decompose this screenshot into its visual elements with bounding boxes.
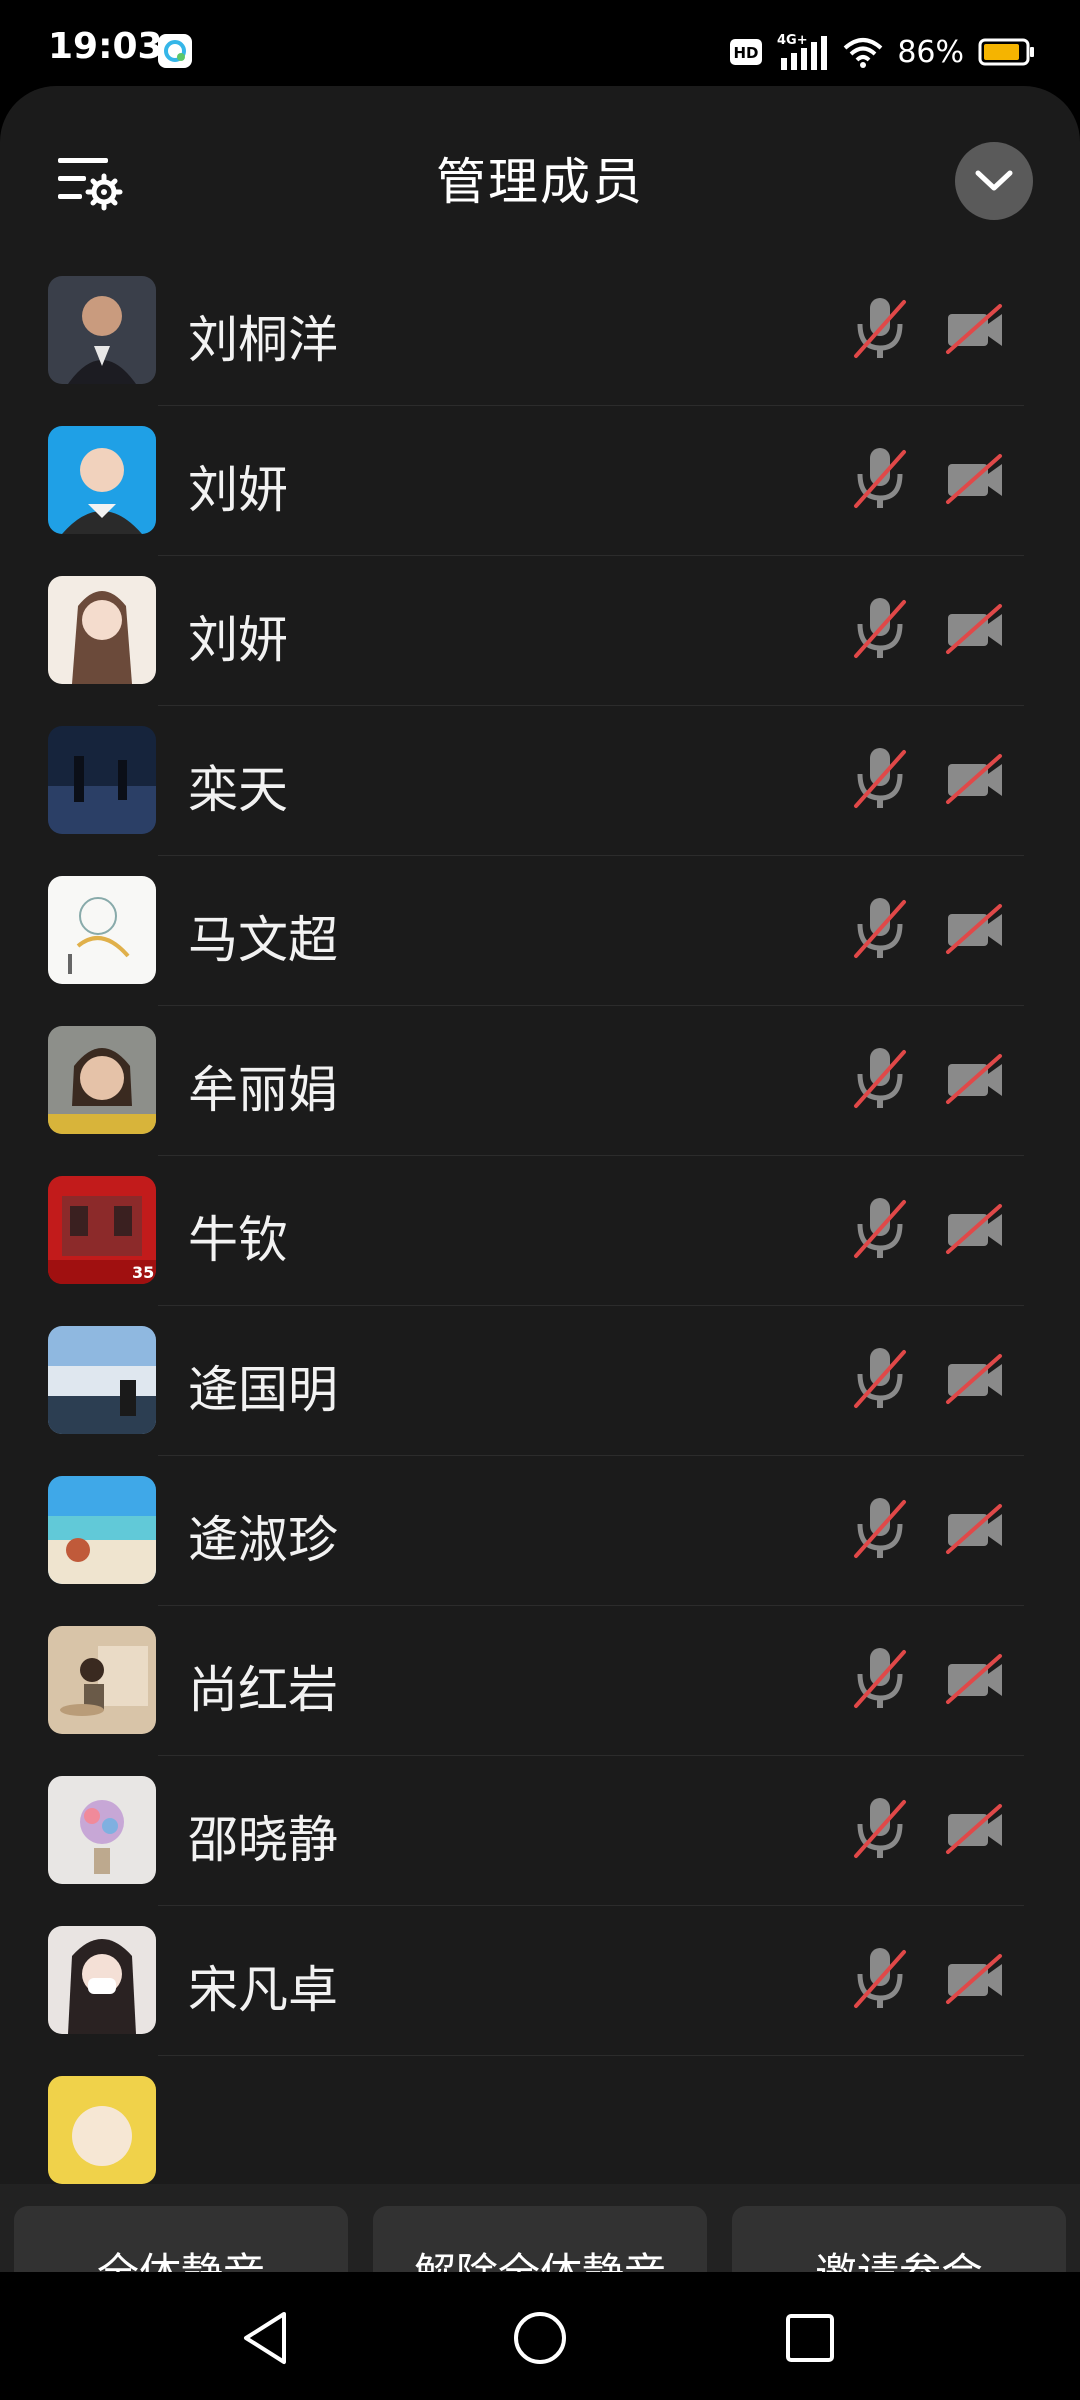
member-row-partial[interactable] (0, 2056, 1080, 2186)
member-name: 逄国明 (188, 1361, 338, 1419)
member-name: 栾天 (188, 761, 288, 819)
camera-off-icon[interactable] (944, 1802, 1006, 1858)
wifi-icon (843, 38, 883, 68)
member-avatar (48, 726, 156, 834)
member-avatar (48, 876, 156, 984)
member-avatar (48, 1626, 156, 1734)
camera-off-icon[interactable] (944, 452, 1006, 508)
member-row[interactable]: 马文超 (0, 856, 1080, 1006)
invite-button[interactable]: 邀请参会 (732, 2206, 1066, 2272)
mic-muted-icon[interactable] (850, 894, 910, 964)
member-avatar (48, 1326, 156, 1434)
camera-off-icon[interactable] (944, 902, 1006, 958)
member-name: 尚红岩 (188, 1661, 338, 1719)
member-row[interactable]: 牟丽娟 (0, 1006, 1080, 1156)
mic-muted-icon[interactable] (850, 1644, 910, 1714)
camera-off-icon[interactable] (944, 1502, 1006, 1558)
camera-off-icon[interactable] (944, 302, 1006, 358)
camera-off-icon[interactable] (944, 602, 1006, 658)
member-row[interactable]: 宋凡卓 (0, 1906, 1080, 2056)
home-circle-icon (514, 2312, 566, 2364)
mic-muted-icon[interactable] (850, 1044, 910, 1114)
mute-all-button[interactable]: 全体静音 (14, 2206, 348, 2272)
mic-muted-icon[interactable] (850, 1944, 910, 2014)
member-avatar (48, 1926, 156, 2034)
back-button[interactable] (234, 2306, 298, 2370)
camera-off-icon[interactable] (944, 752, 1006, 808)
cellular-signal-icon: 4G+ (777, 33, 828, 70)
svg-text:HD: HD (734, 44, 759, 62)
member-row[interactable]: 尚红岩 (0, 1606, 1080, 1756)
member-avatar: 35 (48, 1176, 156, 1284)
member-avatar (48, 1776, 156, 1884)
camera-off-icon[interactable] (944, 1952, 1006, 2008)
member-avatar (48, 1026, 156, 1134)
battery-percent: 86% (897, 34, 964, 70)
chevron-down-icon (975, 170, 1013, 191)
member-row[interactable]: 35 牛钦 (0, 1156, 1080, 1306)
member-row[interactable]: 刘妍 (0, 406, 1080, 556)
status-time: 19:03 (48, 26, 163, 67)
member-name: 刘妍 (188, 461, 288, 519)
battery-icon (978, 38, 1034, 66)
camera-off-icon[interactable] (944, 1052, 1006, 1108)
mic-muted-icon[interactable] (850, 1794, 910, 1864)
member-name: 刘桐洋 (188, 311, 338, 369)
mic-muted-icon[interactable] (850, 744, 910, 814)
camera-off-icon[interactable] (944, 1352, 1006, 1408)
back-triangle-icon (244, 2312, 286, 2364)
member-name: 刘妍 (188, 611, 288, 669)
member-name: 马文超 (188, 911, 338, 969)
mic-muted-icon[interactable] (850, 594, 910, 664)
manage-members-panel: 管理成员 刘桐洋 刘妍 刘妍 栾天 马文超 牟丽娟 35 牛钦 逄国明 逄淑珍 尚红岩 邵晓静 宋凡卓 … (0, 86, 1080, 2272)
recents-button[interactable] (778, 2306, 842, 2370)
panel-header: 管理成员 (0, 86, 1080, 266)
member-list: 刘桐洋 刘妍 刘妍 栾天 马文超 牟丽娟 35 牛钦 逄国明 逄淑珍 尚红岩 邵晓静 宋凡卓 (0, 256, 1080, 2186)
member-row[interactable]: 逄淑珍 (0, 1456, 1080, 1606)
mic-muted-icon[interactable] (850, 1344, 910, 1414)
member-row[interactable]: 刘妍 (0, 556, 1080, 706)
action-bar: 全体静音 解除全体静音 邀请参会 (0, 2184, 1080, 2272)
member-name: 牟丽娟 (188, 1061, 338, 1119)
app-notification-icon (158, 34, 192, 68)
camera-off-icon[interactable] (944, 1202, 1006, 1258)
member-avatar (48, 1476, 156, 1584)
mic-muted-icon[interactable] (850, 1194, 910, 1264)
unmute-all-button[interactable]: 解除全体静音 (373, 2206, 707, 2272)
member-row[interactable]: 刘桐洋 (0, 256, 1080, 406)
member-row[interactable]: 栾天 (0, 706, 1080, 856)
svg-text:4G+: 4G+ (777, 33, 808, 48)
status-bar: 19:03 HD 4G+ 86% (0, 0, 1080, 100)
mic-muted-icon[interactable] (850, 294, 910, 364)
system-nav-bar (0, 2272, 1080, 2400)
member-avatar (48, 2076, 156, 2184)
page-title: 管理成员 (436, 153, 644, 211)
member-avatar (48, 576, 156, 684)
collapse-button[interactable] (955, 142, 1033, 220)
member-name: 宋凡卓 (188, 1961, 338, 2019)
member-avatar (48, 426, 156, 534)
member-name: 逄淑珍 (188, 1511, 338, 1569)
home-button[interactable] (508, 2306, 572, 2370)
mic-muted-icon[interactable] (850, 444, 910, 514)
member-avatar (48, 276, 156, 384)
camera-off-icon[interactable] (944, 1652, 1006, 1708)
svg-text:35: 35 (132, 1263, 154, 1282)
member-name: 牛钦 (188, 1211, 288, 1269)
recents-square-icon (786, 2314, 834, 2362)
hd-icon: HD (730, 39, 763, 65)
member-row[interactable]: 邵晓静 (0, 1756, 1080, 1906)
member-name: 邵晓静 (188, 1811, 338, 1869)
member-row[interactable]: 逄国明 (0, 1306, 1080, 1456)
mic-muted-icon[interactable] (850, 1494, 910, 1564)
